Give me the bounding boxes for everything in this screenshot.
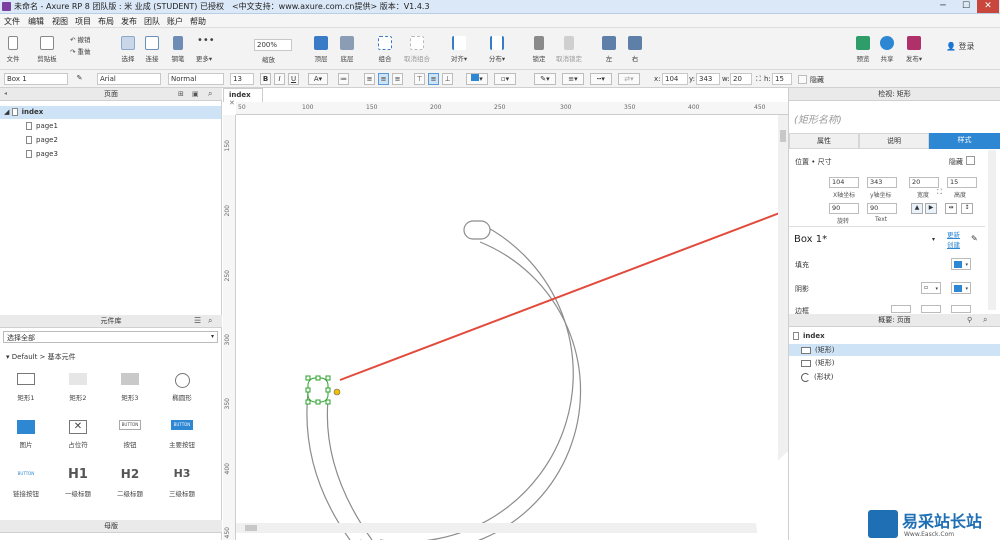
fill-color-picker[interactable]: ▾	[951, 258, 971, 270]
x-coordinate-field[interactable]: 104	[829, 177, 859, 188]
horizontal-scroll-thumb[interactable]	[245, 525, 257, 531]
shadow-label: 阴影	[795, 285, 809, 293]
watermark-text: 易采站长站	[902, 512, 983, 531]
divider	[789, 226, 985, 227]
outline-root[interactable]: index	[793, 332, 825, 340]
watermark-badge-icon	[868, 510, 898, 538]
width-field[interactable]: 20	[909, 177, 939, 188]
inspector-hidden-checkbox[interactable]	[966, 156, 975, 165]
rectangle-icon	[801, 346, 811, 354]
outline-search-icon[interactable]: ⌕	[983, 315, 987, 325]
y-caption: y轴坐标	[870, 192, 892, 199]
rotate-caption: 旋转	[837, 218, 850, 225]
vertical-scroll-thumb[interactable]	[780, 130, 786, 142]
outline-panel-title: 概要: 页面	[878, 316, 911, 324]
watermark-logo: 易采站长站 Www.Easck.Com	[868, 508, 1000, 540]
create-style-link[interactable]: 创建	[947, 239, 960, 249]
inspector-header: 检视: 矩形	[789, 88, 1000, 101]
fill-label: 填充	[795, 261, 809, 269]
shadow-color-picker[interactable]: ▾	[951, 282, 971, 294]
selection-handles[interactable]	[305, 375, 331, 405]
fit-width-icon[interactable]: ⇹	[945, 203, 957, 214]
tab-style[interactable]: 样式	[929, 133, 1000, 149]
horizontal-scrollbar[interactable]	[236, 523, 788, 533]
inspector-title: 检视: 矩形	[878, 90, 911, 98]
fill-swatch-icon	[954, 261, 962, 268]
outline-item[interactable]: (形状)	[801, 372, 833, 382]
outline-item[interactable]: (矩形)	[801, 358, 834, 368]
rectangle-icon	[801, 359, 811, 367]
page-icon	[793, 332, 799, 340]
border-width-picker[interactable]	[891, 305, 911, 313]
arc-left-inner	[326, 399, 373, 540]
flip-vertical-icon[interactable]: ▲	[911, 203, 923, 214]
lock-aspect-icon[interactable]: ⛶	[937, 188, 942, 197]
shape-name-input[interactable]: (矩形名称)	[794, 111, 842, 126]
w-caption: 宽度	[917, 192, 930, 199]
text-rotation-field[interactable]: 90	[867, 203, 897, 214]
selected-box-1[interactable]	[307, 377, 329, 403]
rotation-field[interactable]: 90	[829, 203, 859, 214]
position-size-label: 位置 • 尺寸	[795, 158, 832, 166]
update-style-link[interactable]: 更新	[947, 229, 960, 239]
height-field[interactable]: 15	[947, 177, 977, 188]
border-color-picker[interactable]	[921, 305, 941, 313]
border-style-picker[interactable]	[951, 305, 971, 313]
outline-item-selected[interactable]: (矩形)	[789, 344, 1000, 356]
arc-inner-shape[interactable]	[360, 241, 582, 540]
watermark-sub: Www.Easck.Com	[904, 531, 955, 538]
shape-icon	[801, 372, 810, 382]
tab-properties[interactable]: 属性	[789, 133, 859, 149]
x-caption: X轴坐标	[833, 192, 856, 199]
inspector-scrollbar[interactable]	[988, 150, 996, 310]
text-caption: Text	[875, 216, 888, 223]
arc-left-outer	[306, 391, 351, 540]
style-editor-icon[interactable]: ✎	[971, 234, 978, 243]
outline-filter-icon[interactable]: ⚲	[967, 316, 972, 324]
style-dropdown-icon[interactable]: ▾	[932, 236, 935, 243]
inspector-hidden-label: 隐藏	[949, 158, 963, 166]
shadow-icon: ▫	[924, 284, 929, 291]
inspector-panel: 检视: 矩形 (矩形名称) 属性 说明 样式 位置 • 尺寸 隐藏 104 34…	[788, 88, 1000, 540]
style-name-select[interactable]: Box 1*	[794, 234, 827, 245]
shadow-type-picker[interactable]: ▫ ▾	[921, 282, 941, 294]
rotation-handle-icon[interactable]	[333, 388, 341, 396]
annotation-arrow	[339, 208, 791, 381]
shadow-swatch-icon	[954, 285, 962, 292]
h-caption: 高度	[954, 192, 967, 199]
arc-end-cap-shape[interactable]	[463, 220, 491, 240]
y-coordinate-field[interactable]: 343	[867, 177, 897, 188]
tab-notes[interactable]: 说明	[859, 133, 929, 149]
fit-height-icon[interactable]: ↕	[961, 203, 973, 214]
flip-horizontal-icon[interactable]: ▶	[925, 203, 937, 214]
